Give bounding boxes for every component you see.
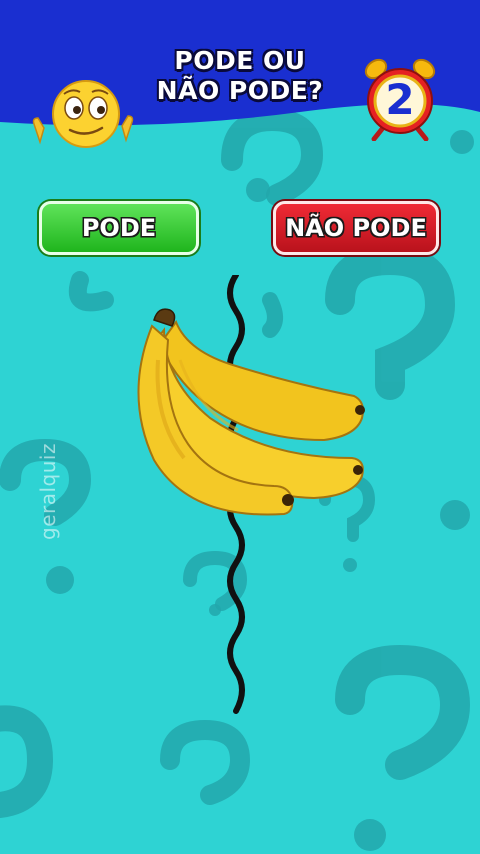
- title-line-2: NÃO PODE?: [156, 76, 324, 105]
- timer-number: 2: [385, 75, 415, 124]
- pode-button[interactable]: PODE: [39, 201, 199, 255]
- thinking-smiley-icon: [32, 80, 134, 148]
- nao-pode-button-label: NÃO PODE: [285, 214, 427, 242]
- pode-button-label: PODE: [81, 214, 157, 242]
- banana-icon: [137, 308, 365, 516]
- title-line-1: PODE OU: [174, 46, 306, 75]
- question-title: PODE OU NÃO PODE?: [130, 46, 350, 106]
- nao-pode-button[interactable]: NÃO PODE: [273, 201, 439, 255]
- watermark: geralquiz: [36, 443, 60, 540]
